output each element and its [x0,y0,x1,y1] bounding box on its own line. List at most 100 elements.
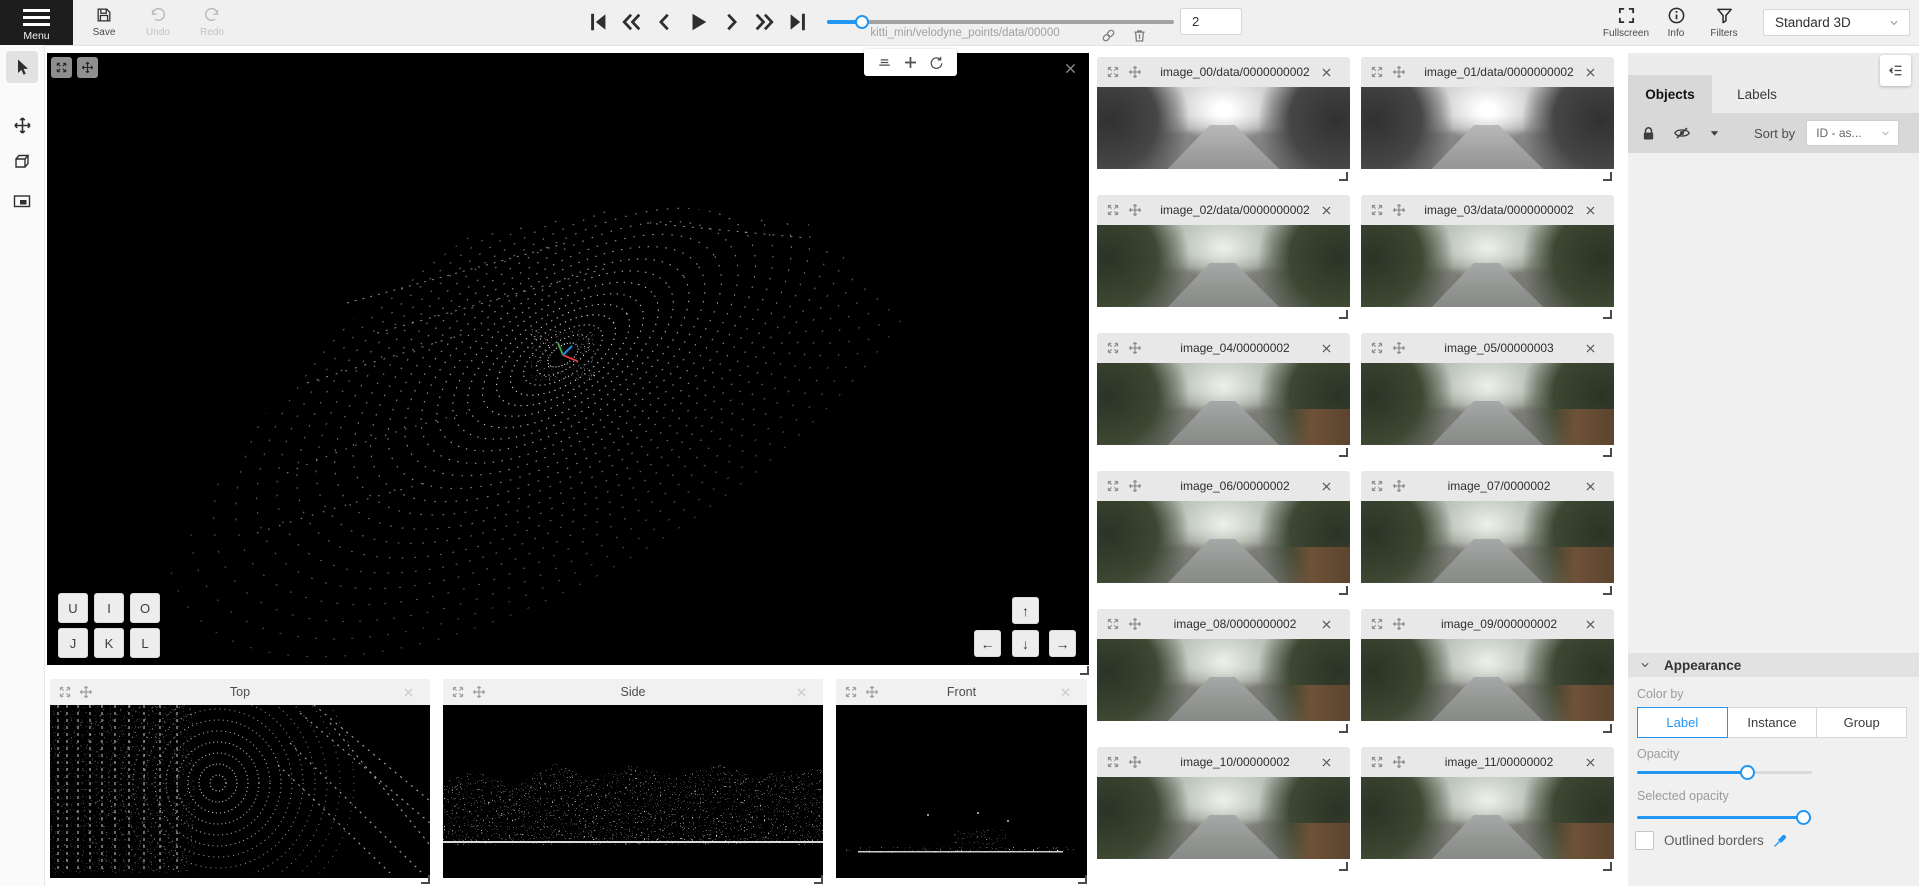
close-icon[interactable] [1063,61,1078,76]
top-view-canvas[interactable] [50,705,430,873]
expand-icon[interactable] [1106,341,1120,355]
outlined-borders-checkbox[interactable] [1635,831,1654,850]
expand-icon[interactable] [1370,203,1384,217]
move-tool-button[interactable] [6,109,38,141]
resize-handle[interactable] [1080,666,1089,675]
move-icon[interactable] [1128,617,1142,631]
hotkey-k-button[interactable]: K [94,628,124,658]
move-icon[interactable] [1128,755,1142,769]
appearance-section-header[interactable]: Appearance [1628,653,1919,677]
camera-image[interactable] [1361,225,1614,307]
collapse-panel-button[interactable] [1880,55,1911,86]
expand-icon[interactable] [451,685,465,699]
close-icon[interactable] [795,686,808,699]
point-cloud-canvas[interactable] [47,53,1089,665]
save-button[interactable]: Save [84,0,124,45]
expand-icon[interactable] [1106,755,1120,769]
image-box-tool-button[interactable] [6,185,38,217]
camera-image[interactable] [1361,87,1614,169]
fast-rewind-button[interactable] [621,11,643,33]
filters-button[interactable]: Filters [1702,0,1746,45]
selected-opacity-slider[interactable] [1637,810,1812,825]
move-icon[interactable] [1392,65,1406,79]
close-icon[interactable] [1320,618,1333,631]
move-icon[interactable] [472,685,486,699]
move-icon[interactable] [1392,479,1406,493]
hotkey-l-button[interactable]: L [130,628,160,658]
previous-frame-button[interactable] [654,11,676,33]
frame-number-input[interactable] [1180,8,1242,35]
close-icon[interactable] [1059,686,1072,699]
view-menu-icon[interactable] [877,55,892,70]
dropdown-arrow-icon[interactable] [1707,126,1722,141]
camera-image[interactable] [1361,363,1614,445]
expand-icon[interactable] [1106,203,1120,217]
close-icon[interactable] [1320,66,1333,79]
menu-button[interactable]: Menu [0,0,73,45]
side-view-canvas[interactable] [443,705,823,873]
camera-image[interactable] [1097,501,1350,583]
close-icon[interactable] [1584,204,1597,217]
close-icon[interactable] [1584,342,1597,355]
trash-icon[interactable] [1131,27,1148,44]
pan-left-button[interactable]: ← [974,630,1001,657]
move-icon[interactable] [1128,65,1142,79]
camera-image[interactable] [1097,225,1350,307]
close-icon[interactable] [1320,342,1333,355]
first-frame-button[interactable] [588,11,610,33]
hotkey-o-button[interactable]: O [130,593,160,623]
redo-button[interactable]: Redo [192,0,232,45]
color-by-group-button[interactable]: Group [1816,707,1907,738]
tab-objects[interactable]: Objects [1628,75,1712,113]
reset-rotation-icon[interactable] [929,55,944,70]
cuboid-tool-button[interactable] [6,145,38,177]
close-icon[interactable] [1584,756,1597,769]
hotkey-i-button[interactable]: I [94,593,124,623]
expand-icon[interactable] [844,685,858,699]
close-icon[interactable] [1320,204,1333,217]
close-icon[interactable] [1320,756,1333,769]
color-by-label-button[interactable]: Label [1637,707,1728,738]
select-tool-button[interactable] [6,51,38,83]
hotkey-u-button[interactable]: U [58,593,88,623]
opacity-slider-handle[interactable] [1740,765,1755,780]
resize-handle[interactable] [421,875,430,884]
resize-handle[interactable] [1078,875,1087,884]
camera-image[interactable] [1097,87,1350,169]
opacity-slider[interactable] [1637,765,1812,780]
resize-handle[interactable] [814,875,823,884]
expand-icon[interactable] [1370,65,1384,79]
tab-labels[interactable]: Labels [1712,75,1802,113]
move-icon[interactable] [79,685,93,699]
expand-icon[interactable] [58,685,72,699]
camera-image[interactable] [1097,363,1350,445]
front-view-canvas[interactable] [836,705,1087,873]
move-icon[interactable] [1128,203,1142,217]
play-button[interactable] [687,11,709,33]
move-icon[interactable] [1392,341,1406,355]
move-icon[interactable] [1392,203,1406,217]
expand-view-button[interactable] [51,57,72,78]
lock-icon[interactable] [1640,125,1657,142]
move-icon[interactable] [1392,617,1406,631]
fast-forward-button[interactable] [753,11,775,33]
camera-image[interactable] [1097,639,1350,721]
selected-opacity-slider-handle[interactable] [1796,810,1811,825]
expand-icon[interactable] [1106,65,1120,79]
expand-icon[interactable] [1106,617,1120,631]
camera-image[interactable] [1361,777,1614,859]
pan-down-button[interactable]: ↓ [1012,630,1039,657]
link-icon[interactable] [1100,27,1117,44]
eye-off-icon[interactable] [1673,124,1691,142]
close-icon[interactable] [1584,618,1597,631]
pan-up-button[interactable]: ↑ [1012,597,1039,624]
close-icon[interactable] [1320,480,1333,493]
eyedropper-icon[interactable] [1772,832,1789,849]
pan-right-button[interactable]: → [1049,630,1076,657]
close-icon[interactable] [1584,66,1597,79]
color-by-instance-button[interactable]: Instance [1727,707,1818,738]
expand-icon[interactable] [1370,341,1384,355]
move-icon[interactable] [865,685,879,699]
next-frame-button[interactable] [720,11,742,33]
expand-icon[interactable] [1370,617,1384,631]
